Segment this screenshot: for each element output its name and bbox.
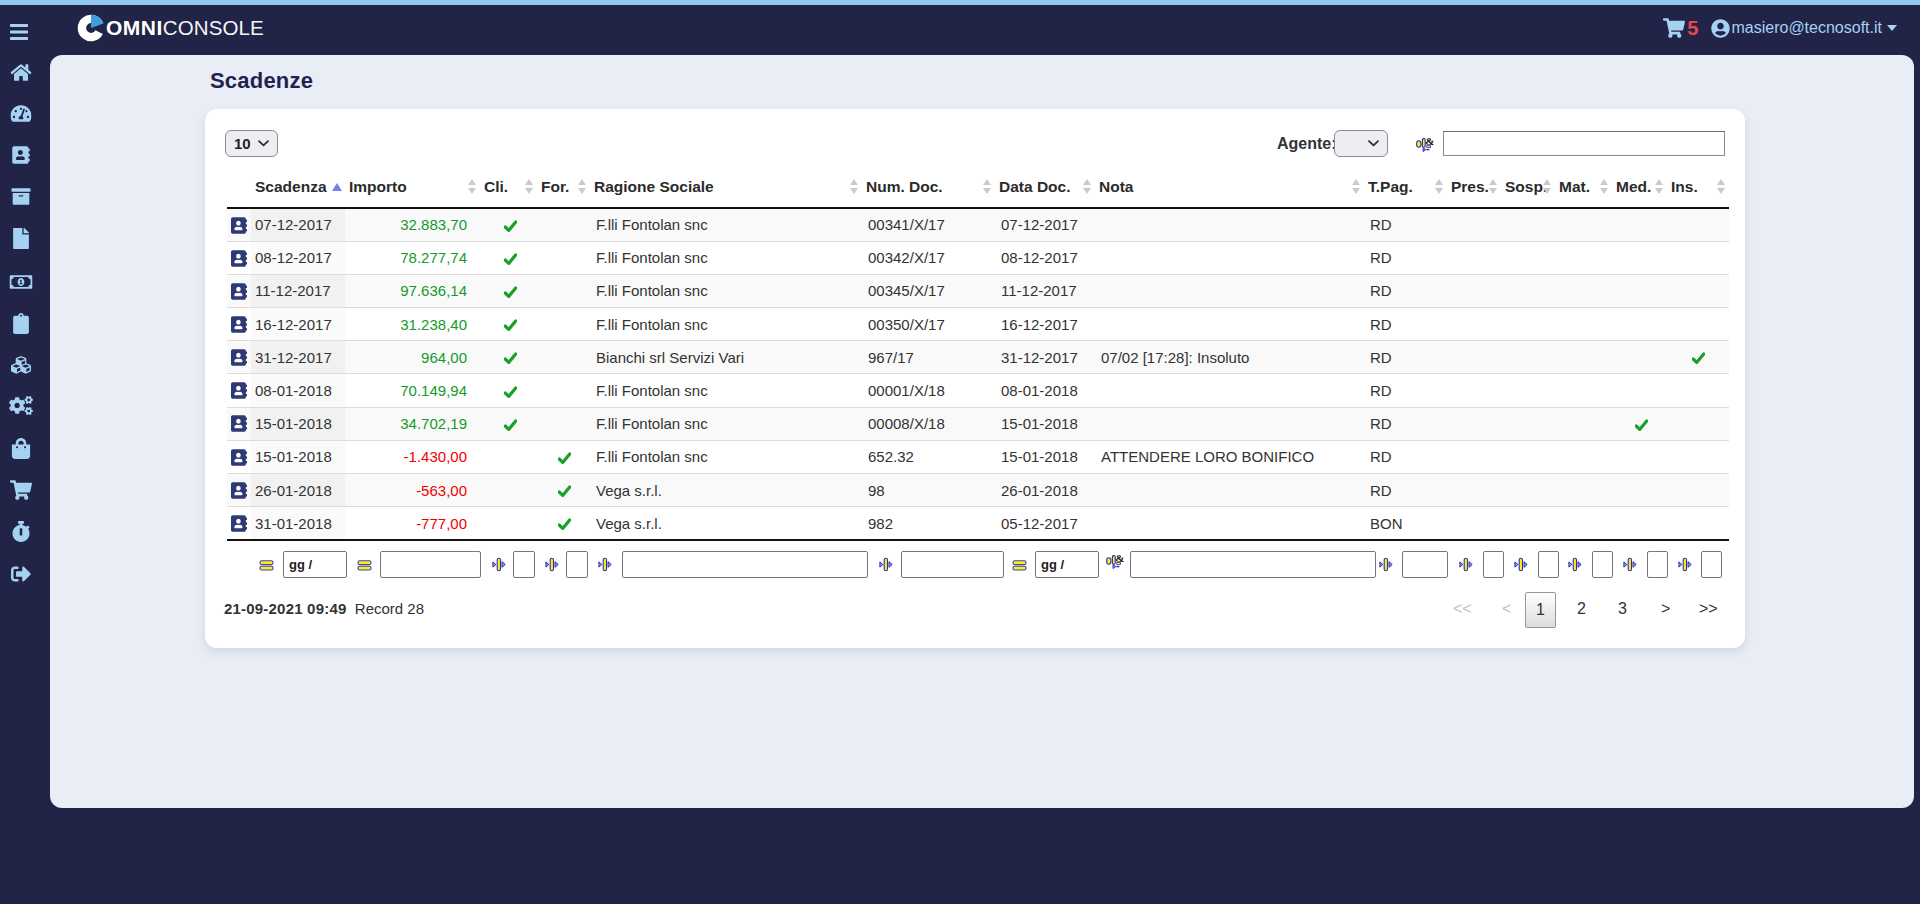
svg-text:&: & (1115, 552, 1124, 564)
svg-text:&: & (1425, 135, 1434, 147)
